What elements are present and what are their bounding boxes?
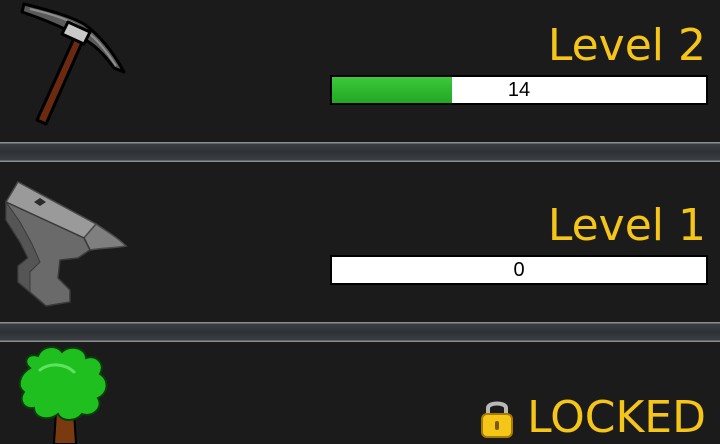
skill-level-label: Level 2 bbox=[547, 20, 706, 71]
skill-row-smithing[interactable]: Level 1 0 bbox=[0, 162, 720, 322]
xp-progress-bar: 14 bbox=[330, 75, 708, 105]
skill-row-woodcutting[interactable]: LOCKED bbox=[0, 342, 720, 444]
skill-row-mining[interactable]: Level 2 14 bbox=[0, 0, 720, 142]
skill-level-label: Level 1 bbox=[547, 200, 706, 251]
locked-label: LOCKED bbox=[527, 392, 706, 443]
pickaxe-icon bbox=[20, 2, 126, 126]
row-divider bbox=[0, 142, 720, 162]
locked-status: LOCKED bbox=[479, 394, 706, 442]
xp-value: 14 bbox=[507, 79, 531, 101]
xp-value: 0 bbox=[513, 259, 525, 281]
tree-icon bbox=[18, 346, 108, 444]
skills-screen: Level 2 14 Level 1 0 LOCKED bbox=[0, 0, 720, 444]
xp-progress-bar: 0 bbox=[330, 255, 708, 285]
anvil-icon bbox=[4, 181, 128, 307]
row-divider bbox=[0, 322, 720, 342]
padlock-icon bbox=[481, 401, 514, 438]
